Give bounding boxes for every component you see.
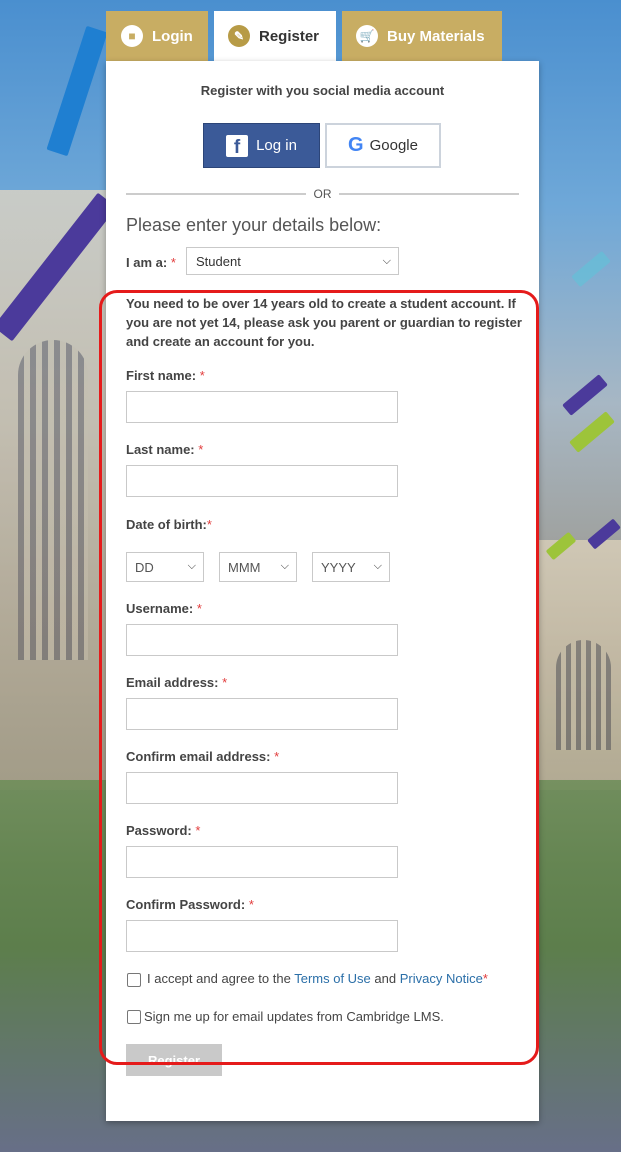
facebook-icon: f [226,134,249,157]
details-heading: Please enter your details below: [126,215,382,235]
decorative-stripe [569,411,615,453]
terms-checkbox[interactable] [127,973,141,987]
terms-text: I accept and agree to the Terms of Use a… [147,971,488,986]
dob-day-select[interactable]: DD ⌵ [126,552,204,582]
confirm-email-input[interactable] [126,772,398,804]
background-building [531,540,621,790]
role-select[interactable]: Student ⌵ [186,247,399,275]
decorative-stripe [562,374,608,416]
google-login-button[interactable]: G Google [325,123,441,168]
confirm-password-label: Confirm Password: * [126,897,254,912]
email-input[interactable] [126,698,398,730]
password-label: Password: * [126,823,201,838]
google-icon: G [348,134,364,156]
confirm-email-label: Confirm email address: * [126,749,280,764]
dob-year-select[interactable]: YYYY ⌵ [312,552,390,582]
chevron-down-icon: ⌵ [280,560,289,572]
facebook-login-button[interactable]: f Log in [203,123,320,168]
email-label: Email address: * [126,675,228,690]
last-name-label: Last name: * [126,442,204,457]
password-input[interactable] [126,846,398,878]
pencil-icon: ✎ [228,25,250,47]
decorative-stripe [571,250,611,288]
username-input[interactable] [126,624,398,656]
tab-login[interactable]: ■ Login [106,11,208,61]
username-label: Username: * [126,601,202,616]
newsletter-text: Sign me up for email updates from Cambri… [144,1009,444,1024]
first-name-input[interactable] [126,391,398,423]
chevron-down-icon: ⌵ [187,560,196,572]
lock-icon: ■ [121,25,143,47]
newsletter-checkbox[interactable] [127,1010,141,1024]
google-button-label: Google [369,137,418,154]
facebook-button-label: Log in [256,137,297,154]
or-divider: OR [126,187,519,201]
age-notice: You need to be over 14 years old to crea… [126,296,522,349]
decorative-stripe [46,25,108,157]
dob-label: Date of birth:* [126,517,212,532]
register-panel: Register with you social media account f… [106,61,539,1121]
tab-login-label: Login [152,27,193,45]
tab-buy-label: Buy Materials [387,27,485,45]
social-title: Register with you social media account [200,83,445,98]
first-name-label: First name: * [126,368,205,383]
privacy-notice-link[interactable]: Privacy Notice [400,971,483,986]
last-name-input[interactable] [126,465,398,497]
tab-buy-materials[interactable]: 🛒 Buy Materials [342,11,502,61]
tab-register[interactable]: ✎ Register [214,11,336,61]
role-select-value: Student [196,253,241,269]
dob-month-select[interactable]: MMM ⌵ [219,552,297,582]
confirm-password-input[interactable] [126,920,398,952]
terms-of-use-link[interactable]: Terms of Use [294,971,371,986]
register-button[interactable]: Register [126,1044,222,1076]
chevron-down-icon: ⌵ [382,255,391,267]
cart-icon: 🛒 [356,25,378,47]
role-label: I am a: * [126,255,176,270]
chevron-down-icon: ⌵ [373,560,382,572]
tab-register-label: Register [259,27,320,45]
